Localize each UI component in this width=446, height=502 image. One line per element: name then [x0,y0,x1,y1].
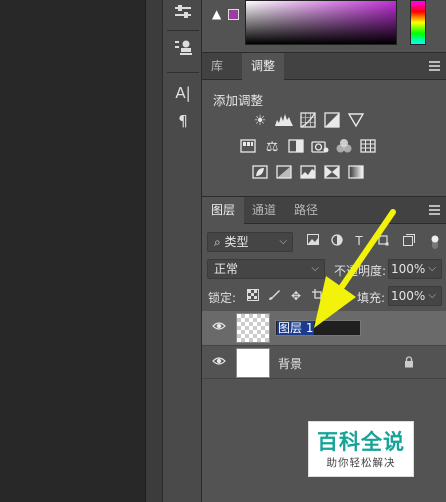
color-balance-icon[interactable]: ⚖ [262,138,282,156]
selective-color-icon[interactable] [322,164,342,182]
channel-mixer-icon[interactable] [334,138,354,156]
levels-icon[interactable] [274,112,294,130]
filter-toggle-switch[interactable] [428,234,442,249]
fill-value: 100% [391,289,426,303]
brightness-contrast-icon[interactable]: ☀ [250,112,270,130]
lock-transparent-icon[interactable] [246,289,260,303]
black-white-icon[interactable] [286,138,306,156]
blend-mode-value: 正常 [214,262,239,276]
color-picker-panel: ▲ [202,0,446,52]
layer-filter-dropdown[interactable]: ⌕ 类型 ⌵ [207,232,293,252]
filter-adjustment-icon[interactable] [330,234,344,248]
clone-source-icon[interactable] [171,38,195,60]
gamut-color-swatch[interactable] [228,9,239,20]
chevron-down-icon: ⌵ [311,263,319,274]
lock-icon [404,356,414,371]
collapsed-panel-strip: A| ¶ [162,0,202,502]
layer-name-selected-text: 图层 1 [277,321,315,335]
strip-divider [167,72,199,73]
filter-smart-object-icon[interactable] [402,234,416,248]
vibrance-icon[interactable] [346,112,366,130]
lock-artboard-icon[interactable] [311,289,325,303]
layer-row-background[interactable]: 背景 [202,345,446,379]
panel-menu-icon[interactable] [429,61,440,71]
chevron-down-icon: ⌵ [428,263,436,274]
panel-dock-gutter [145,0,162,502]
watermark-title: 百科全说 [317,430,405,454]
visibility-eye-icon[interactable] [212,321,226,335]
layer-thumbnail [236,348,270,378]
tab-paths[interactable]: 路径 [285,197,327,224]
gradient-map-icon[interactable] [346,164,366,182]
character-icon[interactable]: A| [171,82,195,104]
lock-label: 锁定: [208,291,237,305]
lock-move-icon[interactable]: ✥ [289,289,303,303]
filter-shape-icon[interactable] [376,234,390,248]
hue-slider[interactable] [410,0,426,45]
posterize-icon[interactable] [274,164,294,182]
layers-tab-bar: 图层 通道 路径 [202,196,446,224]
paragraph-icon[interactable]: ¶ [171,110,195,132]
exposure-icon[interactable] [322,112,342,130]
search-icon: ⌕ [214,235,225,249]
adjustments-tab-bar: 库 调整 [202,52,446,80]
watermark-subtitle: 助你轻松解决 [326,457,396,469]
threshold-icon[interactable] [298,164,318,182]
chevron-down-icon: ⌵ [279,236,287,247]
fill-label: 填充: [357,291,386,305]
panel-menu-icon[interactable] [429,205,440,215]
photo-filter-icon[interactable] [310,138,330,156]
layer-name-input[interactable]: 图层 1 [275,320,361,336]
tab-libraries[interactable]: 库 [202,53,232,80]
blend-mode-dropdown[interactable]: 正常 ⌵ [207,259,325,279]
watermark-logo: 百科全说 助你轻松解决 [308,421,414,477]
visibility-eye-icon[interactable] [212,356,226,370]
color-lookup-icon[interactable] [358,138,378,156]
opacity-label: 不透明度: [334,264,387,278]
fill-input[interactable]: 100% ⌵ [388,286,442,306]
invert-icon[interactable] [250,164,270,182]
tab-channels[interactable]: 通道 [243,197,285,224]
opacity-input[interactable]: 100% ⌵ [388,259,442,279]
lock-brush-icon[interactable] [267,289,281,303]
tab-layers[interactable]: 图层 [202,197,245,224]
canvas-area [0,0,145,502]
filter-kind-label: 类型 [224,235,249,249]
layer-thumbnail [236,313,270,343]
adjust-sliders-icon[interactable] [171,3,195,25]
filter-pixel-icon[interactable] [306,234,320,248]
strip-divider [167,30,199,31]
chevron-down-icon: ⌵ [428,290,436,301]
opacity-value: 100% [391,262,426,276]
curves-icon[interactable] [298,112,318,130]
filter-type-icon[interactable]: T [352,234,366,248]
gamut-warning-icon[interactable]: ▲ [212,8,224,20]
hue-saturation-icon[interactable] [238,138,258,156]
layer-row-layer1[interactable]: 图层 1 [202,311,446,345]
color-field[interactable] [245,0,397,45]
layer-name-label: 背景 [278,357,303,371]
tab-adjustments[interactable]: 调整 [242,53,285,80]
add-adjustment-title: 添加调整 [213,93,264,108]
